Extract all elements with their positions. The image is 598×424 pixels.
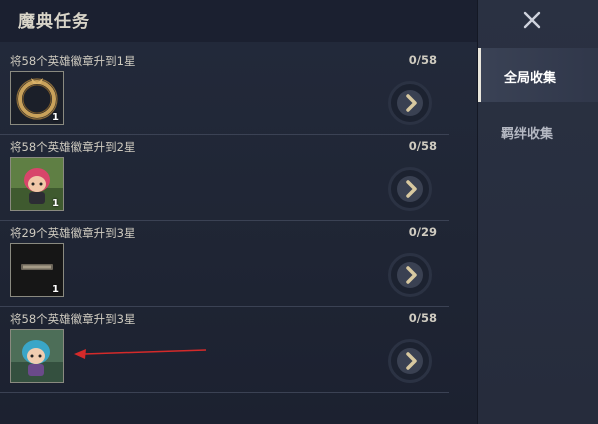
task-row: 将58个英雄徽章升到2星 0/58 1 — [0, 135, 449, 221]
go-button[interactable] — [388, 339, 432, 383]
badge-count: 1 — [52, 198, 59, 209]
blue-hair-chibi-hero-icon[interactable] — [10, 329, 64, 383]
task-description: 将58个英雄徽章升到3星 — [10, 312, 136, 326]
chevron-right-icon — [406, 94, 417, 112]
tab-label: 全局收集 — [504, 71, 557, 86]
task-description: 将58个英雄徽章升到2星 — [10, 140, 136, 154]
main-panel: 魔典任务 将58个英雄徽章升到1星 0/58 1 将58个英雄徽章升到2星 0/… — [0, 0, 477, 424]
chevron-right-icon — [406, 180, 417, 198]
red-arrow-annotation — [74, 349, 207, 359]
go-button[interactable] — [388, 253, 432, 297]
task-progress: 0/58 — [408, 53, 437, 67]
go-button[interactable] — [388, 81, 432, 125]
task-progress: 0/58 — [408, 311, 437, 325]
task-description: 将58个英雄徽章升到1星 — [10, 54, 136, 68]
close-icon — [523, 11, 541, 29]
task-row: 将58个英雄徽章升到3星 0/58 — [0, 307, 449, 393]
go-button[interactable] — [388, 167, 432, 211]
badge-count: 1 — [52, 112, 59, 123]
tab-global-collection[interactable]: 全局收集 — [478, 48, 598, 102]
chevron-right-icon — [406, 352, 417, 370]
badge-count: 1 — [52, 284, 59, 295]
page-title: 魔典任务 — [18, 12, 90, 32]
tab-bond-collection[interactable]: 羁绊收集 — [478, 104, 598, 158]
golden-ring-icon[interactable]: 1 — [10, 71, 64, 125]
header-bar: 魔典任务 — [0, 0, 477, 42]
nameplate-badge-icon[interactable]: 1 — [10, 243, 64, 297]
pink-hair-chibi-hero-icon[interactable]: 1 — [10, 157, 64, 211]
task-progress: 0/58 — [408, 139, 437, 153]
task-row: 将29个英雄徽章升到3星 0/29 1 — [0, 221, 449, 307]
task-description: 将29个英雄徽章升到3星 — [10, 226, 136, 240]
close-button[interactable] — [520, 8, 544, 32]
task-progress: 0/29 — [408, 225, 437, 239]
tab-label: 羁绊收集 — [501, 127, 554, 142]
chevron-right-icon — [406, 266, 417, 284]
task-row: 将58个英雄徽章升到1星 0/58 1 — [0, 49, 449, 135]
